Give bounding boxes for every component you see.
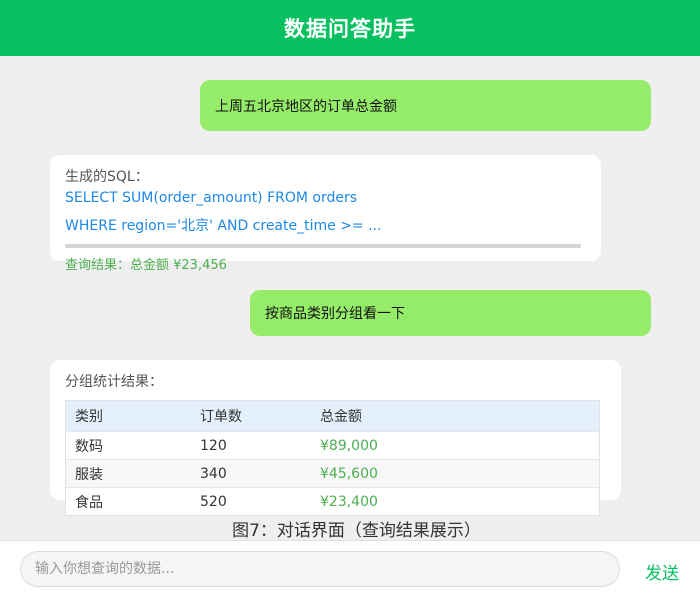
app-title: 数据问答助手: [284, 17, 416, 41]
sql-label: 生成的SQL：: [65, 169, 149, 185]
column-header: 订单数: [200, 409, 242, 425]
user-message-text: 上周五北京地区的订单总金额: [215, 98, 397, 115]
table-row: 数码 120 ¥89,000: [66, 431, 599, 459]
app-header: 数据问答助手: [0, 0, 700, 56]
group-result-label: 分组统计结果：: [65, 374, 163, 390]
table-cell: 数码: [75, 438, 103, 455]
table-cell: 服装: [75, 466, 103, 483]
table-cell: ¥45,600: [320, 465, 378, 482]
table-row: 服装 340 ¥45,600: [66, 459, 599, 487]
result-table: 类别 订单数 总金额 数码 120 ¥89,000 服装 340 ¥45,600…: [65, 400, 600, 516]
query-result-text: 查询结果：总金额 ¥23,456: [65, 258, 227, 273]
user-message-bubble: 上周五北京地区的订单总金额: [200, 80, 651, 131]
table-cell: 340: [200, 465, 227, 482]
query-progress-fill: [65, 244, 581, 248]
table-cell: ¥23,400: [320, 493, 378, 510]
table-cell: 120: [200, 437, 227, 454]
sql-line: SELECT SUM(order_amount) FROM orders: [65, 190, 358, 206]
table-header-row: 类别 订单数 总金额: [66, 401, 599, 431]
table-cell: 食品: [75, 494, 103, 511]
message-input[interactable]: [20, 551, 620, 587]
figure-caption: 图7：对话界面（查询结果展示）: [232, 521, 481, 541]
send-button[interactable]: 发送: [645, 559, 679, 584]
sql-line: WHERE region='北京' AND create_time >= ...: [65, 218, 382, 234]
query-progress-bar: [65, 244, 581, 248]
table-cell: ¥89,000: [320, 437, 378, 454]
table-row: 食品 520 ¥23,400: [66, 487, 599, 515]
column-header: 类别: [75, 409, 103, 425]
user-message-bubble: 按商品类别分组看一下: [250, 290, 651, 336]
table-cell: 520: [200, 493, 227, 510]
column-header: 总金额: [320, 409, 362, 425]
user-message-text: 按商品类别分组看一下: [265, 306, 405, 322]
input-bar: 发送: [0, 540, 700, 600]
